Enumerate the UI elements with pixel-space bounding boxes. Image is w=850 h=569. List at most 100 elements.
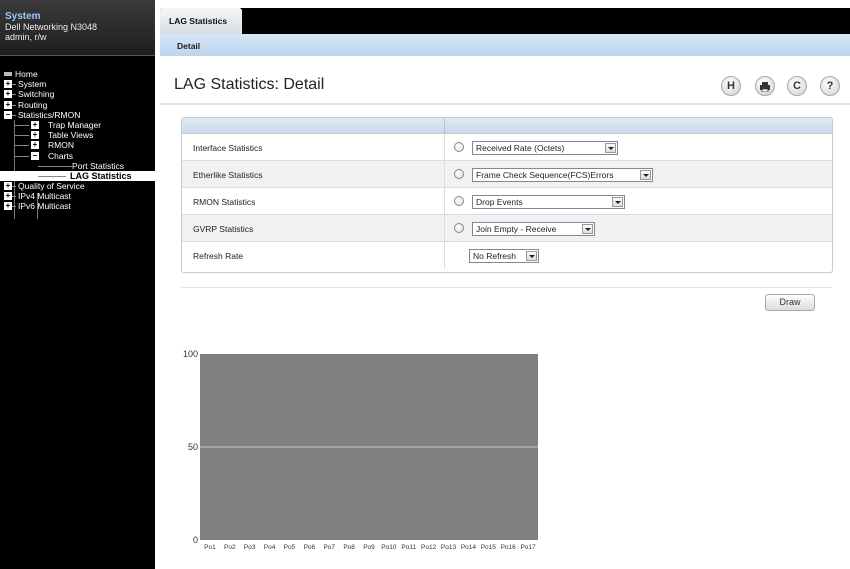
gvrp-statistics-select[interactable]: Join Empty - Receive xyxy=(472,222,595,236)
table-header xyxy=(182,118,832,134)
select-value: Frame Check Sequence(FCS)Errors xyxy=(476,170,614,180)
tab-detail[interactable]: Detail xyxy=(177,41,200,51)
radio-interface-statistics[interactable] xyxy=(454,142,464,152)
system-title[interactable]: System xyxy=(5,11,155,22)
draw-button[interactable]: Draw xyxy=(765,294,815,311)
tree-connector xyxy=(15,135,29,137)
etherlike-statistics-select[interactable]: Frame Check Sequence(FCS)Errors xyxy=(472,168,653,182)
save-icon[interactable]: H xyxy=(721,76,741,96)
chevron-down-icon[interactable] xyxy=(612,197,623,207)
sidebar-item-table-views[interactable]: + Table Views xyxy=(0,130,155,140)
form-row-refresh-rate: Refresh Rate No Refresh xyxy=(182,242,832,269)
user-info: admin, r/w xyxy=(5,32,47,42)
sidebar-item-system[interactable]: + System xyxy=(0,79,155,89)
sidebar-item-label: Table Views xyxy=(48,130,94,141)
expand-icon[interactable]: + xyxy=(31,141,39,150)
statistics-form-table: Interface Statistics Received Rate (Octe… xyxy=(181,117,833,273)
rmon-statistics-select[interactable]: Drop Events xyxy=(472,195,625,209)
radio-etherlike-statistics[interactable] xyxy=(454,169,464,179)
sidebar-item-routing[interactable]: + Routing xyxy=(0,100,155,110)
lag-statistics-chart: 0 50 100 Po1 Po2 Po3 Po4 Po5 Po6 Po7 Po8 Po9 Po10 Po1… xyxy=(165,345,550,560)
row-label: Etherlike Statistics xyxy=(193,170,263,180)
expand-icon[interactable]: + xyxy=(31,131,39,140)
select-value: Received Rate (Octets) xyxy=(476,143,565,153)
form-row-gvrp-statistics: GVRP Statistics Join Empty - Receive xyxy=(182,215,832,242)
tree-connector xyxy=(12,104,16,106)
sidebar-item-port-statistics[interactable]: Port Statistics xyxy=(0,161,155,171)
row-label: Refresh Rate xyxy=(193,251,244,261)
tree-connector xyxy=(12,196,16,198)
tree-connector xyxy=(38,175,66,177)
tree-connector xyxy=(12,206,16,208)
x-tick-label: Po3 xyxy=(244,544,256,551)
radio-gvrp-statistics[interactable] xyxy=(454,223,464,233)
sidebar-item-label: Port Statistics xyxy=(72,160,124,171)
sidebar-item-statistics-rmon[interactable]: − Statistics/RMON xyxy=(0,110,155,120)
sidebar-item-rmon[interactable]: + RMON xyxy=(0,140,155,150)
x-tick-label: Po11 xyxy=(401,544,416,551)
tree-connector xyxy=(38,165,72,167)
collapse-icon[interactable]: − xyxy=(31,151,39,160)
sidebar-item-label: RMON xyxy=(48,140,74,151)
print-icon[interactable] xyxy=(755,76,775,96)
sidebar-item-trap-manager[interactable]: + Trap Manager xyxy=(0,120,155,130)
tree-connector xyxy=(15,145,29,147)
refresh-icon[interactable]: C xyxy=(787,76,807,96)
x-tick-label: Po5 xyxy=(284,544,296,551)
nav-tree: Home + System + Switching + Routing − St… xyxy=(0,69,155,219)
tab-bar: LAG Statistics xyxy=(160,8,850,34)
sidebar-item-lag-statistics[interactable]: LAG Statistics xyxy=(0,170,155,182)
refresh-rate-select[interactable]: No Refresh xyxy=(469,249,539,263)
chevron-down-icon[interactable] xyxy=(605,143,616,153)
sidebar-item-label: LAG Statistics xyxy=(70,170,132,181)
form-row-interface-statistics: Interface Statistics Received Rate (Octe… xyxy=(182,134,832,161)
sidebar: System Dell Networking N3048 admin, r/w … xyxy=(0,0,155,569)
sidebar-item-label: Switching xyxy=(18,89,55,100)
x-tick-label: Po4 xyxy=(264,544,276,551)
help-icon[interactable]: ? xyxy=(820,76,840,96)
sidebar-item-switching[interactable]: + Switching xyxy=(0,89,155,99)
sidebar-item-label: Trap Manager xyxy=(48,119,102,130)
expand-icon[interactable]: + xyxy=(4,90,12,99)
system-header: System Dell Networking N3048 admin, r/w xyxy=(0,0,155,56)
x-tick-label: Po14 xyxy=(461,544,477,551)
expand-icon[interactable]: + xyxy=(4,100,12,109)
x-tick-label: Po9 xyxy=(363,544,375,551)
y-tick-label: 50 xyxy=(188,442,198,452)
sidebar-item-ipv4-multicast[interactable]: + IPv4 Multicast xyxy=(0,191,155,201)
select-value: No Refresh xyxy=(473,251,516,261)
expand-icon[interactable]: + xyxy=(4,202,12,211)
row-label: GVRP Statistics xyxy=(193,224,254,234)
x-tick-label: Po8 xyxy=(343,544,355,551)
chart-svg: 0 50 100 Po1 Po2 Po3 Po4 Po5 Po6 Po7 Po8 Po9 Po10 Po1… xyxy=(183,349,538,551)
row-label: Interface Statistics xyxy=(193,143,263,153)
y-tick-label: 100 xyxy=(183,349,198,359)
chevron-down-icon[interactable] xyxy=(640,170,651,180)
sidebar-item-home[interactable]: Home xyxy=(0,69,155,79)
expand-icon[interactable]: + xyxy=(31,120,39,129)
radio-rmon-statistics[interactable] xyxy=(454,196,464,206)
sidebar-item-ipv6-multicast[interactable]: + IPv6 Multicast xyxy=(0,201,155,211)
sidebar-item-label: System xyxy=(18,79,47,90)
chevron-down-icon[interactable] xyxy=(526,251,537,261)
sidebar-item-quality-of-service[interactable]: + Quality of Service xyxy=(0,181,155,191)
sidebar-item-label: Statistics/RMON xyxy=(18,109,81,120)
tree-connector xyxy=(15,124,29,126)
select-value: Drop Events xyxy=(476,197,523,207)
chevron-down-icon[interactable] xyxy=(582,224,593,234)
x-tick-label: Po1 xyxy=(204,544,216,551)
tree-connector xyxy=(12,186,16,188)
sub-tab-bar: Detail xyxy=(160,34,850,56)
expand-icon[interactable]: + xyxy=(4,182,12,191)
expand-icon[interactable]: + xyxy=(4,80,12,89)
collapse-icon[interactable]: − xyxy=(4,110,12,119)
row-label: RMON Statistics xyxy=(193,197,256,207)
page-title: LAG Statistics: Detail xyxy=(174,76,325,93)
expand-icon[interactable]: + xyxy=(4,192,12,201)
home-icon xyxy=(4,72,12,76)
x-tick-label: Po7 xyxy=(323,544,335,551)
sidebar-item-label: Routing xyxy=(18,99,48,110)
sidebar-item-charts[interactable]: − Charts xyxy=(0,151,155,161)
interface-statistics-select[interactable]: Received Rate (Octets) xyxy=(472,141,618,155)
tab-lag-statistics[interactable]: LAG Statistics xyxy=(160,8,242,34)
